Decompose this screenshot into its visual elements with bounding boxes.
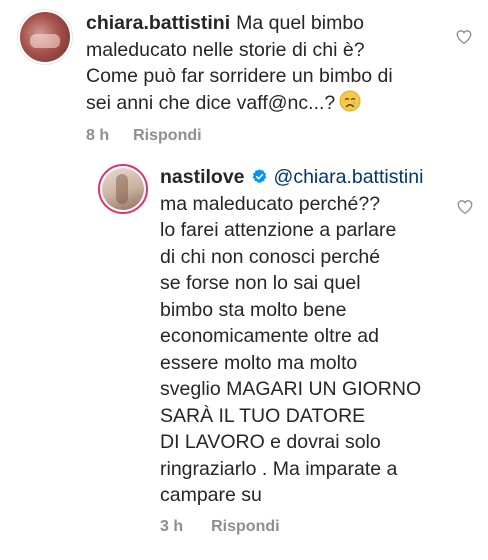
reply-button[interactable]: Rispondi (133, 127, 201, 145)
comment-text: chiara.battistini Ma quel bimbo maleducat… (86, 10, 447, 119)
comment-meta: 8 h Rispondi (86, 127, 447, 145)
reply-meta: 3 h Rispondi (160, 518, 448, 536)
mention-link[interactable]: @chiara.battistini (274, 166, 424, 188)
verified-badge-icon (251, 166, 268, 184)
reply-button[interactable]: Rispondi (211, 518, 279, 536)
reply-message: ma maleducato perché?? lo farei attenzio… (160, 192, 422, 507)
comment-time: 8 h (86, 127, 110, 144)
avatar[interactable] (18, 10, 72, 64)
heart-icon[interactable] (455, 28, 473, 46)
reply-text: nastilove @chiara.battistini ma maleduca… (160, 164, 448, 509)
avatar[interactable] (98, 164, 148, 214)
reply-time: 3 h (160, 517, 184, 535)
crying-face-icon (339, 90, 361, 120)
comment-body: chiara.battistini Ma quel bimbo maleducat… (86, 10, 447, 145)
avatar-photo (102, 168, 144, 210)
reply-username[interactable]: nastilove (160, 166, 245, 188)
reply-comment: nastilove @chiara.battistini ma maleduca… (84, 164, 474, 536)
comment-username[interactable]: chiara.battistini (86, 12, 230, 34)
comment: chiara.battistini Ma quel bimbo maleducat… (18, 10, 473, 145)
reply-body: nastilove @chiara.battistini ma maleduca… (160, 164, 448, 536)
heart-icon[interactable] (456, 198, 474, 216)
